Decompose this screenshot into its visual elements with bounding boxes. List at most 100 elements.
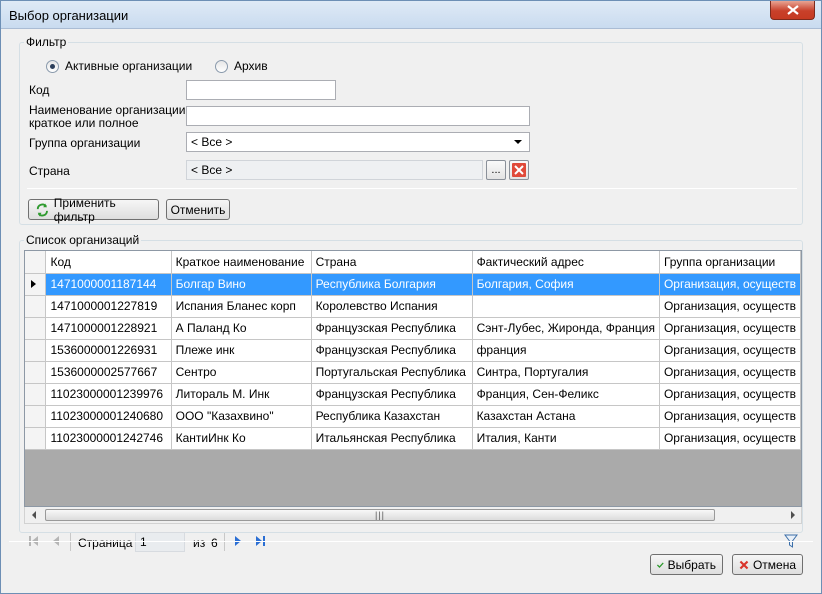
column-header-address[interactable]: Фактический адрес (472, 251, 660, 274)
cell-short-name[interactable]: Литораль М. Инк (171, 383, 312, 406)
cell-group[interactable]: Организация, осуществ (659, 383, 801, 406)
cell-address[interactable]: Италия, Канти (472, 427, 660, 450)
apply-filter-button[interactable]: Применить фильтр (28, 196, 159, 224)
group-select[interactable]: < Все > (186, 132, 530, 152)
row-header[interactable] (25, 427, 47, 450)
column-header-group[interactable]: Группа организации (659, 251, 801, 274)
cell-short-name[interactable]: Болгар Вино (171, 273, 312, 296)
cell-group[interactable]: Организация, осуществ (659, 339, 801, 362)
total-pages: 6 (211, 536, 218, 550)
cancel-button[interactable]: Отмена (732, 554, 803, 575)
table-row[interactable]: 11023000001242746 КантиИнк Ко Итальянская … (25, 427, 801, 450)
pager-toolbar: Страница 1 из 6 (24, 531, 802, 553)
group-label: Группа организации (29, 136, 141, 150)
cell-group[interactable]: Организация, осуществ (659, 317, 801, 340)
table-header-row: Код Краткое наименование Страна Фактичес… (25, 251, 801, 274)
cell-short-name[interactable]: Плеже инк (171, 339, 312, 362)
cell-address[interactable]: франция (472, 339, 660, 362)
table-row[interactable]: 1471000001228921 А Паланд Ко Французская Р… (25, 317, 801, 340)
cell-group[interactable]: Организация, осуществ (659, 273, 801, 296)
cell-code[interactable]: 1471000001228921 (45, 317, 172, 340)
cell-country[interactable]: Королевство Испания (311, 295, 473, 318)
column-header-short-name[interactable]: Краткое наименование (171, 251, 312, 274)
cell-address[interactable]: Франция, Сен-Феликс (472, 383, 660, 406)
cell-address[interactable]: Казахстан Астана (472, 405, 660, 428)
chevron-down-icon (514, 140, 522, 144)
cell-group[interactable]: Организация, осуществ (659, 427, 801, 450)
reset-filter-label: Отменить (170, 202, 226, 217)
scroll-left-button[interactable] (25, 507, 42, 523)
table-row[interactable]: 1471000001187144 Болгар Вино Республика Бо… (25, 273, 801, 296)
cell-short-name[interactable]: А Паланд Ко (171, 317, 312, 340)
radio-unchecked-icon (215, 59, 228, 73)
select-button[interactable]: Выбрать (650, 554, 723, 575)
row-header[interactable] (25, 317, 47, 340)
cell-country[interactable]: Португальская Республика (311, 361, 473, 384)
current-row-arrow-icon (31, 280, 36, 288)
pager-separator (224, 533, 225, 551)
cell-address[interactable]: Синтра, Португалия (472, 361, 660, 384)
filter-legend: Фильтр (26, 35, 67, 49)
country-clear-button[interactable] (509, 160, 529, 180)
scroll-right-button[interactable] (784, 507, 801, 523)
window-title: Выбор организации (9, 8, 129, 23)
column-header-country[interactable]: Страна (311, 251, 473, 274)
table-row[interactable]: 1536000002577667 Сентро Португальская Респ… (25, 361, 801, 384)
radio-active-label: Активные организации (65, 59, 193, 73)
country-browse-button[interactable]: ... (486, 160, 506, 180)
cell-country[interactable]: Французская Республика (311, 383, 473, 406)
table-row[interactable]: 11023000001239976 Литораль М. Инк Французс… (25, 383, 801, 406)
cell-code[interactable]: 1471000001227819 (45, 295, 172, 318)
cell-group[interactable]: Организация, осуществ (659, 361, 801, 384)
cell-code[interactable]: 11023000001240680 (45, 405, 172, 428)
cell-address[interactable]: Болгария, София (472, 273, 660, 296)
row-header[interactable] (25, 273, 47, 296)
cell-code[interactable]: 1471000001187144 (45, 273, 172, 296)
cell-country[interactable]: Итальянская Республика (311, 427, 473, 450)
row-header[interactable] (25, 383, 47, 406)
row-header[interactable] (25, 339, 47, 362)
cell-code[interactable]: 1536000002577667 (45, 361, 172, 384)
cell-short-name[interactable]: Сентро (171, 361, 312, 384)
radio-checked-icon (46, 59, 59, 73)
column-header-code[interactable]: Код (45, 251, 172, 274)
cell-code[interactable]: 11023000001242746 (45, 427, 172, 450)
name-input[interactable] (186, 106, 530, 126)
close-icon (786, 5, 799, 15)
dialog-body: Фильтр Активные организации Архив Код На… (9, 31, 813, 587)
cell-group[interactable]: Организация, осуществ (659, 405, 801, 428)
cell-address[interactable]: Сэнт-Лубес, Жиронда, Франция (472, 317, 660, 340)
refresh-filter-icon (36, 203, 48, 216)
scroll-thumb[interactable]: ||| (45, 509, 715, 521)
code-input[interactable] (186, 80, 336, 100)
table-row[interactable]: 1471000001227819 Испания Бланес корп Корол… (25, 295, 801, 318)
cell-short-name[interactable]: КантиИнк Ко (171, 427, 312, 450)
cell-short-name[interactable]: ООО "Казахвино" (171, 405, 312, 428)
list-legend: Список организаций (26, 233, 140, 247)
reset-filter-button[interactable]: Отменить (166, 199, 230, 220)
organizations-table: Код Краткое наименование Страна Фактичес… (25, 251, 801, 450)
row-header[interactable] (25, 295, 47, 318)
row-header[interactable] (25, 405, 47, 428)
radio-active-organizations[interactable]: Активные организации (46, 59, 192, 73)
group-select-value: < Все > (191, 135, 233, 149)
filter-separator (27, 188, 797, 189)
cancel-x-icon (739, 560, 749, 569)
page-number-input[interactable]: 1 (135, 532, 185, 552)
cell-country[interactable]: Французская Республика (311, 317, 473, 340)
name-label-line2: краткое или полное (29, 116, 139, 130)
cell-country[interactable]: Республика Болгария (311, 273, 473, 296)
cell-code[interactable]: 11023000001239976 (45, 383, 172, 406)
table-row[interactable]: 1536000001226931 Плеже инк Французская Рес… (25, 339, 801, 362)
cell-country[interactable]: Республика Казахстан (311, 405, 473, 428)
cell-country[interactable]: Французская Республика (311, 339, 473, 362)
radio-archive[interactable]: Архив (215, 59, 268, 73)
cell-group[interactable]: Организация, осуществ (659, 295, 801, 318)
cell-address[interactable] (472, 295, 660, 318)
cell-short-name[interactable]: Испания Бланес корп (171, 295, 312, 318)
horizontal-scrollbar[interactable]: ||| (24, 507, 802, 524)
table-row[interactable]: 11023000001240680 ООО "Казахвино" Республи… (25, 405, 801, 428)
cell-code[interactable]: 1536000001226931 (45, 339, 172, 362)
close-button[interactable] (770, 1, 815, 20)
row-header[interactable] (25, 361, 47, 384)
